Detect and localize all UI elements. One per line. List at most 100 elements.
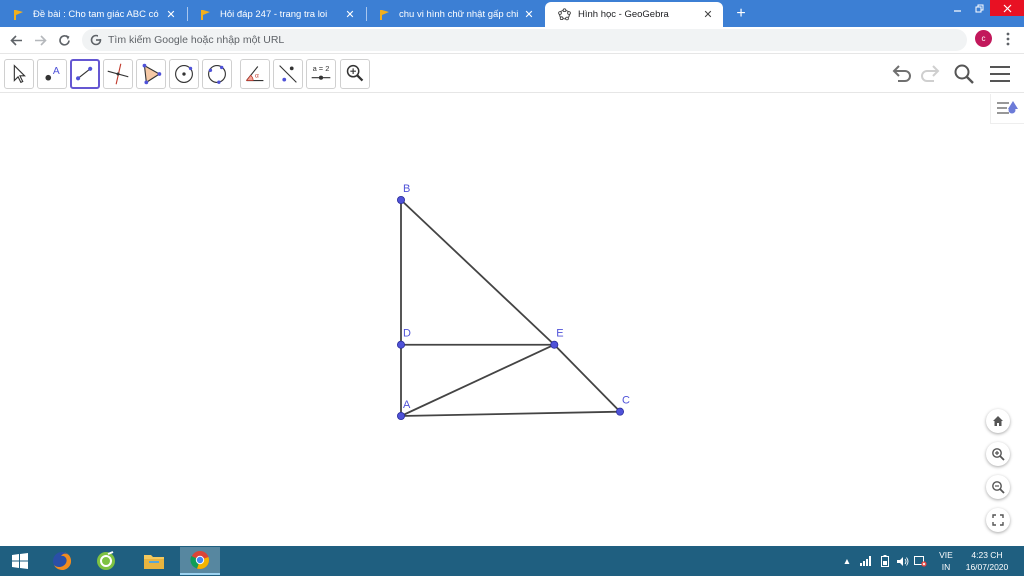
zoom-in-tool[interactable] bbox=[340, 59, 370, 89]
point-label-b[interactable]: B bbox=[403, 183, 410, 195]
point-b[interactable] bbox=[396, 196, 405, 205]
zoom-in-button[interactable] bbox=[986, 442, 1010, 466]
tab-chu-vi[interactable]: chu vi hình chữ nhật gấp chiều rộng ✕ bbox=[366, 2, 544, 27]
circle-center-point-tool[interactable] bbox=[169, 59, 199, 89]
close-tab-icon[interactable]: ✕ bbox=[701, 8, 715, 22]
fullscreen-button[interactable] bbox=[986, 508, 1010, 532]
segment-ec[interactable] bbox=[553, 344, 621, 413]
graphics-view[interactable]: B D E A C bbox=[0, 94, 1024, 546]
undo-icon bbox=[892, 65, 911, 82]
restore-window-icon[interactable] bbox=[968, 0, 990, 16]
tray-expand-icon[interactable]: ▲ bbox=[842, 546, 852, 576]
point-label-c[interactable]: C bbox=[622, 395, 630, 407]
chrome-icon bbox=[190, 551, 210, 570]
close-tab-icon[interactable]: ✕ bbox=[522, 8, 536, 22]
taskbar-coccoc[interactable] bbox=[86, 547, 126, 575]
polygon-tool[interactable] bbox=[136, 59, 166, 89]
polygon-icon bbox=[142, 63, 162, 85]
reflect-tool[interactable] bbox=[273, 59, 303, 89]
address-bar[interactable]: Tìm kiếm Google hoặc nhập một URL bbox=[82, 29, 967, 51]
screen: Đề bài : Cho tam giác ABC có góc ✕ Hỏi đ… bbox=[0, 0, 1024, 576]
point-icon: A bbox=[45, 66, 60, 81]
taskbar-firefox[interactable] bbox=[42, 547, 82, 575]
clock-time: 4:23 CH bbox=[971, 550, 1003, 560]
zoom-tool-icon bbox=[346, 64, 364, 82]
point-c[interactable] bbox=[616, 407, 625, 416]
segment-tool[interactable] bbox=[70, 59, 100, 89]
reload-button[interactable] bbox=[54, 30, 74, 50]
clock-date: 16/07/2020 bbox=[965, 562, 1009, 572]
home-icon bbox=[993, 416, 1003, 426]
tab-de-bai[interactable]: Đề bài : Cho tam giác ABC có góc ✕ bbox=[0, 2, 186, 27]
language-layout: IN bbox=[941, 562, 951, 572]
perpendicular-line-tool[interactable] bbox=[103, 59, 133, 89]
point-label-a[interactable]: A bbox=[403, 399, 411, 411]
segment-be[interactable] bbox=[400, 199, 555, 346]
segment-ae[interactable] bbox=[400, 343, 555, 417]
hoidap247-favicon-icon bbox=[199, 8, 213, 22]
browser-tabstrip: Đề bài : Cho tam giác ABC có góc ✕ Hỏi đ… bbox=[0, 0, 1024, 27]
segment-ac[interactable] bbox=[400, 410, 621, 417]
network-signal-icon[interactable] bbox=[858, 546, 874, 576]
close-tab-icon[interactable]: ✕ bbox=[164, 8, 178, 22]
taskbar-chrome[interactable] bbox=[180, 547, 220, 575]
redo-button[interactable] bbox=[918, 62, 942, 86]
close-tab-icon[interactable]: ✕ bbox=[343, 8, 357, 22]
svg-text:α: α bbox=[255, 73, 259, 80]
windows-logo-icon bbox=[12, 553, 28, 569]
minimize-window-icon[interactable] bbox=[946, 0, 968, 16]
style-bar-toggle[interactable] bbox=[990, 94, 1024, 124]
profile-avatar[interactable]: c bbox=[975, 30, 992, 47]
slider-icon: a = 2 bbox=[311, 64, 331, 80]
angle-tool[interactable]: α bbox=[240, 59, 270, 89]
fullscreen-icon bbox=[992, 514, 1004, 526]
tab-title: Hỏi đáp 247 - trang tra loi bbox=[220, 9, 328, 20]
geogebra-favicon-icon bbox=[557, 8, 571, 22]
tab-geogebra[interactable]: Hình học - GeoGebra ✕ bbox=[545, 2, 723, 27]
segment-icon bbox=[75, 66, 93, 81]
back-button[interactable] bbox=[6, 30, 26, 50]
system-clock[interactable]: 4:23 CH 16/07/2020 bbox=[962, 549, 1012, 573]
move-tool[interactable] bbox=[4, 59, 34, 89]
geogebra-toolbar: A α a = 2 bbox=[0, 53, 1024, 93]
point-e[interactable] bbox=[550, 340, 559, 349]
address-placeholder: Tìm kiếm Google hoặc nhập một URL bbox=[108, 34, 285, 46]
style-bar-icon bbox=[997, 101, 1018, 114]
tab-title: Đề bài : Cho tam giác ABC có góc bbox=[33, 9, 160, 20]
firefox-icon bbox=[53, 551, 72, 570]
geometry-canvas[interactable]: B D E A C bbox=[0, 94, 1024, 546]
close-window-icon[interactable] bbox=[990, 0, 1024, 16]
slider-tool[interactable]: a = 2 bbox=[306, 59, 336, 89]
zoom-out-button[interactable] bbox=[986, 475, 1010, 499]
standard-view-button[interactable] bbox=[986, 409, 1010, 433]
windows-taskbar: ▲ VIE IN 4:23 CH 16/07/2020 bbox=[0, 546, 1024, 576]
taskbar-file-explorer[interactable] bbox=[134, 547, 174, 575]
volume-icon[interactable] bbox=[894, 546, 910, 576]
browser-menu-icon[interactable] bbox=[1002, 30, 1014, 48]
point-a[interactable] bbox=[396, 411, 405, 420]
start-button[interactable] bbox=[0, 547, 40, 575]
circle-three-points-icon bbox=[208, 65, 226, 84]
forward-button[interactable] bbox=[30, 30, 50, 50]
hamburger-menu-icon bbox=[990, 66, 1010, 82]
point-d[interactable] bbox=[396, 340, 405, 349]
redo-icon bbox=[921, 65, 940, 82]
reflect-icon bbox=[279, 65, 297, 83]
input-language[interactable]: VIE IN bbox=[936, 549, 956, 573]
battery-icon[interactable] bbox=[878, 546, 892, 576]
circle-center-icon bbox=[175, 65, 193, 83]
action-center-icon[interactable] bbox=[912, 546, 928, 576]
main-menu-button[interactable] bbox=[988, 62, 1012, 86]
point-label-e[interactable]: E bbox=[556, 328, 563, 340]
tab-title: chu vi hình chữ nhật gấp chiều rộng bbox=[399, 9, 518, 20]
search-icon bbox=[954, 64, 974, 84]
browser-navbar: Tìm kiếm Google hoặc nhập một URL bbox=[0, 27, 1024, 53]
undo-button[interactable] bbox=[890, 62, 914, 86]
hoidap247-favicon-icon bbox=[12, 8, 26, 22]
search-button[interactable] bbox=[952, 62, 976, 86]
point-tool[interactable]: A bbox=[37, 59, 67, 89]
point-label-d[interactable]: D bbox=[403, 328, 411, 340]
tab-hoi-dap[interactable]: Hỏi đáp 247 - trang tra loi ✕ bbox=[187, 2, 365, 27]
new-tab-button[interactable]: + bbox=[731, 4, 751, 24]
circle-three-points-tool[interactable] bbox=[202, 59, 232, 89]
